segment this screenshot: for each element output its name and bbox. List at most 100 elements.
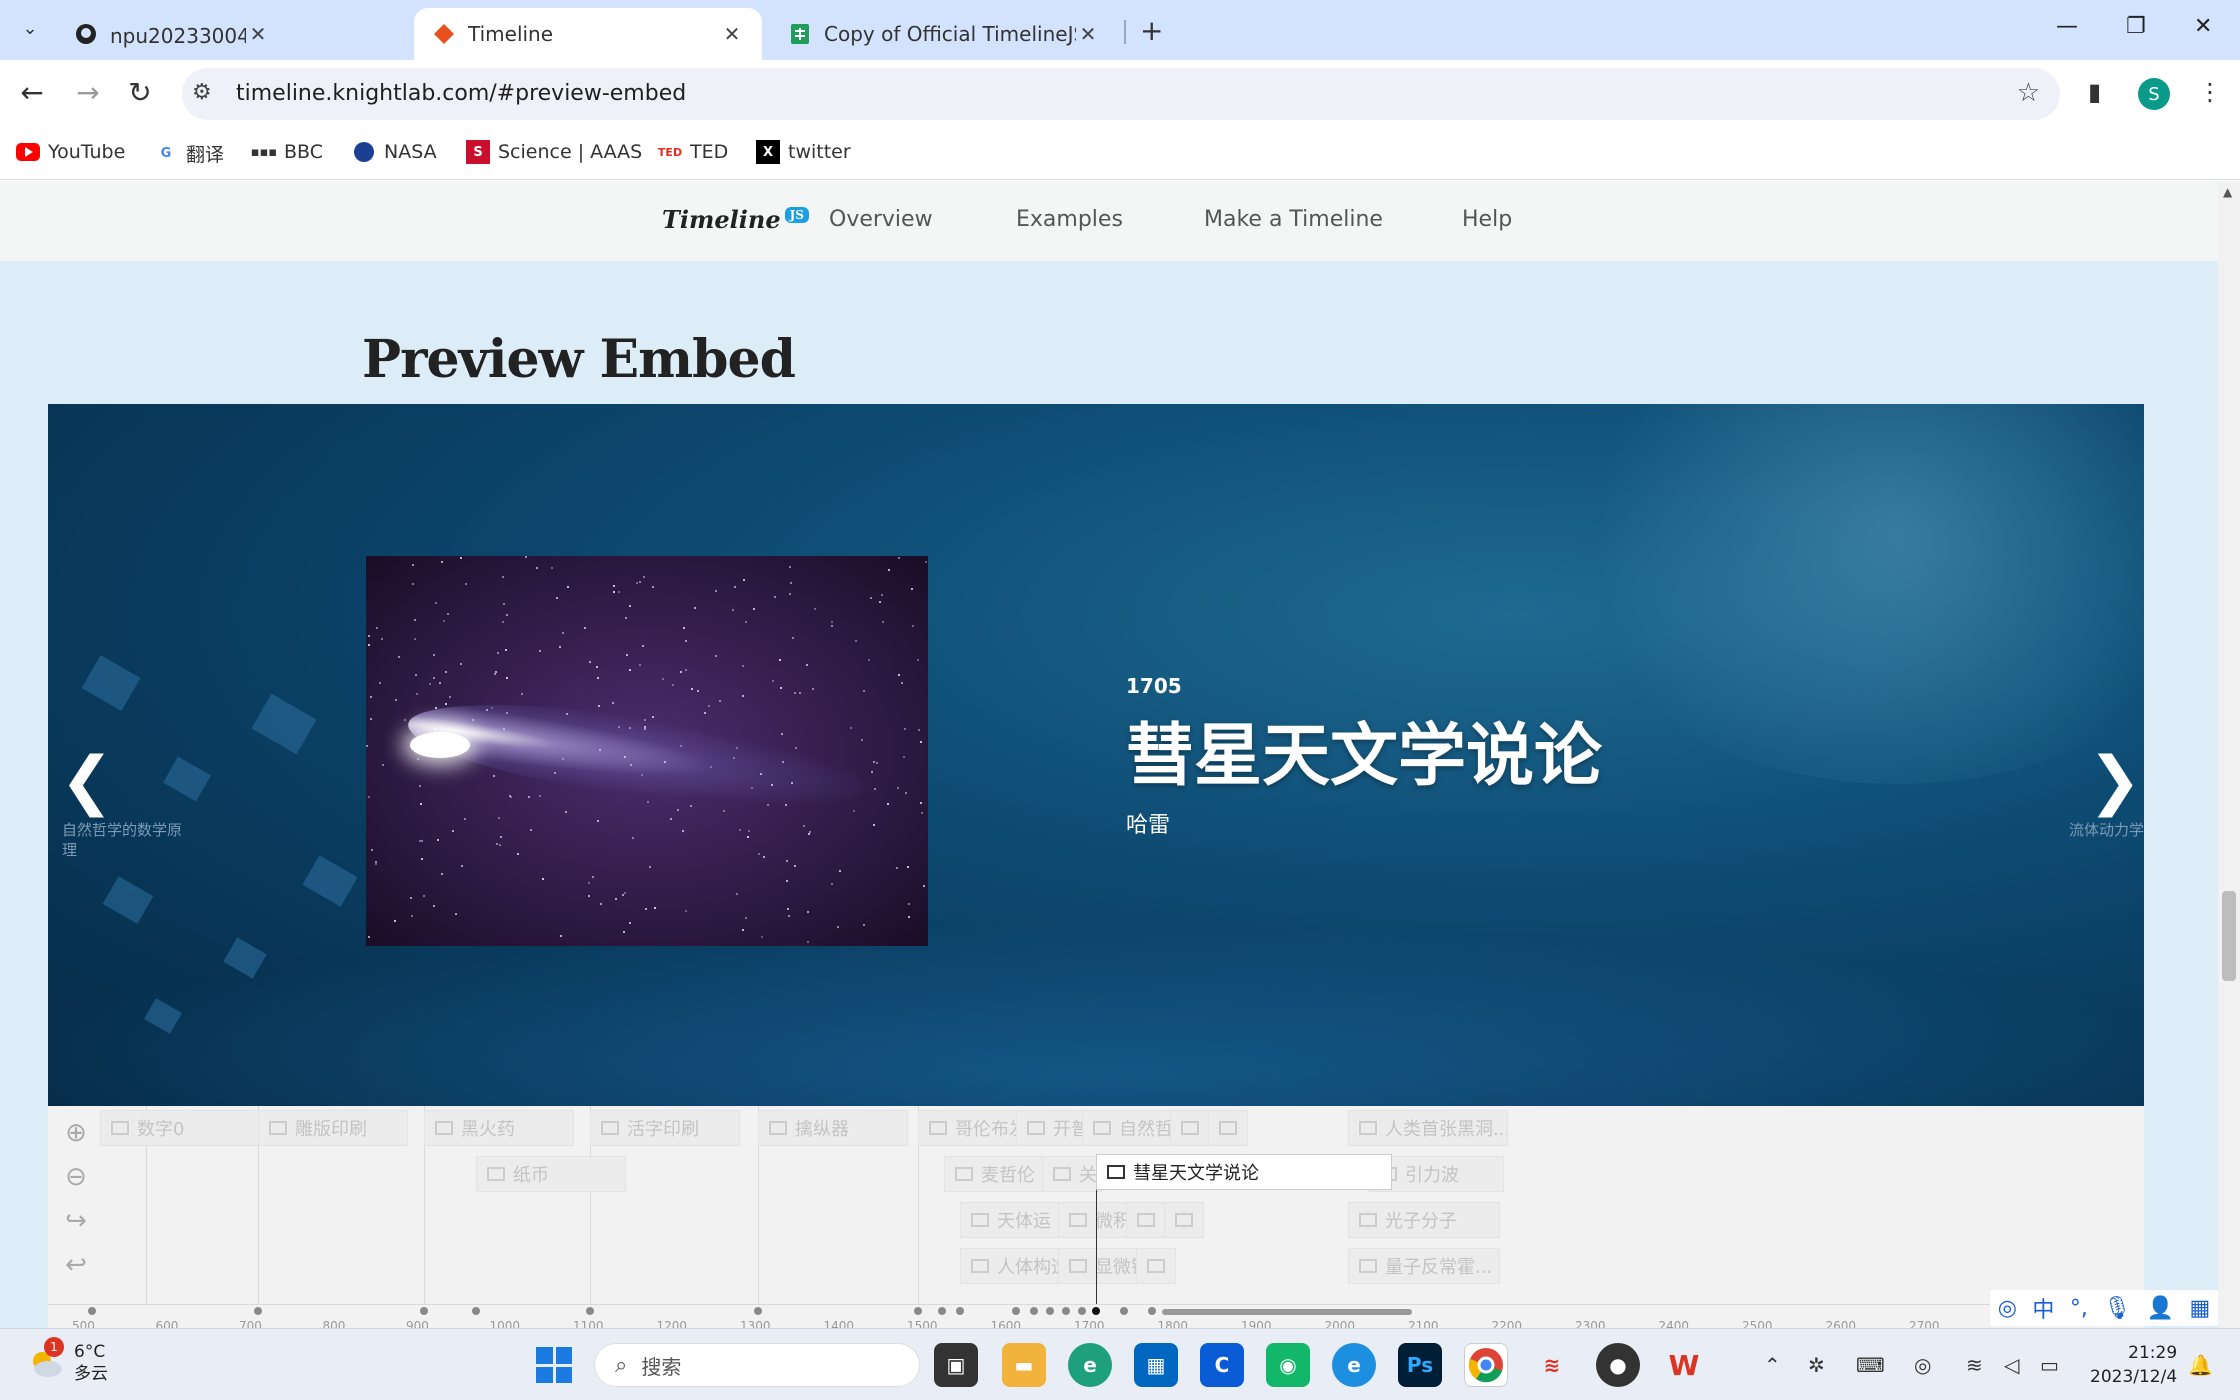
- scroll-up-icon[interactable]: ▲: [2223, 185, 2232, 199]
- bookmark-ted[interactable]: TED TED: [658, 140, 728, 164]
- timeline-marker[interactable]: 量子反常霍...: [1348, 1248, 1500, 1284]
- app-dark-icon[interactable]: ●: [1596, 1343, 1640, 1387]
- notification-bell-icon[interactable]: 🔔: [2188, 1353, 2213, 1377]
- bookmark-youtube[interactable]: YouTube: [16, 140, 125, 164]
- event-dot[interactable]: [1012, 1307, 1020, 1315]
- wechat-icon[interactable]: ◉: [1266, 1343, 1310, 1387]
- nav-help[interactable]: Help: [1462, 207, 1512, 232]
- close-window-button[interactable]: ✕: [2194, 14, 2212, 39]
- tab-github[interactable]: npu2023300480dbl/CIL: 大学 ✕: [56, 8, 288, 60]
- app-blue-icon[interactable]: C: [1200, 1343, 1244, 1387]
- prev-slide-button[interactable]: ❮: [60, 744, 114, 818]
- taskbar-search[interactable]: ⌕ 搜索: [594, 1343, 920, 1387]
- minimize-button[interactable]: —: [2056, 14, 2078, 39]
- event-dot[interactable]: [420, 1307, 428, 1315]
- battery-icon[interactable]: ▭: [2040, 1353, 2059, 1377]
- event-dot[interactable]: [1046, 1307, 1054, 1315]
- volume-icon[interactable]: ◁: [2004, 1353, 2019, 1377]
- photoshop-icon[interactable]: Ps: [1398, 1343, 1442, 1387]
- microphone-icon[interactable]: 🎙: [2103, 1296, 2131, 1321]
- ime-mode[interactable]: 中: [2032, 1292, 2054, 1324]
- close-icon[interactable]: ✕: [246, 22, 270, 46]
- bookmark-nasa[interactable]: NASA: [352, 140, 437, 164]
- profile-avatar[interactable]: S: [2138, 78, 2170, 110]
- tray-app-icon[interactable]: ✲: [1808, 1353, 1825, 1377]
- next-slide-button[interactable]: ❯: [2088, 744, 2142, 818]
- url-text[interactable]: timeline.knightlab.com/#preview-embed: [236, 81, 686, 106]
- timeline-marker[interactable]: 显微镜: [1058, 1248, 1138, 1284]
- event-dot[interactable]: [472, 1307, 480, 1315]
- punctuation-icon[interactable]: °,: [2070, 1296, 2088, 1321]
- timeline-marker[interactable]: 雕版印刷: [258, 1110, 408, 1146]
- forward-button[interactable]: →: [70, 76, 106, 109]
- tab-sheets[interactable]: Copy of Official TimelineJS3 T ✕: [770, 8, 1118, 60]
- bookmark-bbc[interactable]: ▪▪▪ BBC: [251, 140, 323, 164]
- menu-dots-icon[interactable]: ⋮: [2198, 78, 2222, 106]
- bookmark-science[interactable]: S Science | AAAS: [466, 140, 642, 164]
- timeline-marker[interactable]: 人体构造: [960, 1248, 1060, 1284]
- timeline-marker[interactable]: 人类首张黑洞...: [1348, 1110, 1508, 1146]
- nav-make-timeline[interactable]: Make a Timeline: [1204, 207, 1383, 232]
- weather-widget[interactable]: 1 6°C 多云: [26, 1337, 108, 1385]
- timeline-marker[interactable]: [1136, 1248, 1176, 1284]
- bookmark-translate[interactable]: G 翻译: [154, 140, 224, 167]
- undo-icon[interactable]: ↩: [58, 1250, 94, 1286]
- wifi-icon[interactable]: ≋: [1966, 1353, 1983, 1377]
- tray-ime-icon[interactable]: ⌨: [1856, 1353, 1885, 1377]
- store-icon[interactable]: ▦: [1134, 1343, 1178, 1387]
- event-dot[interactable]: [1030, 1307, 1038, 1315]
- reload-button[interactable]: ↻: [122, 76, 158, 109]
- brand-logo[interactable]: Timeline JS: [662, 205, 809, 234]
- tab-search-button[interactable]: ⌄: [14, 12, 46, 44]
- timeline-marker[interactable]: [1170, 1110, 1210, 1146]
- restore-button[interactable]: ❐: [2126, 14, 2146, 39]
- new-tab-button[interactable]: +: [1140, 14, 1163, 47]
- site-settings-icon[interactable]: ⚙: [192, 80, 212, 105]
- user-icon[interactable]: 👤: [2147, 1296, 2174, 1321]
- side-panel-icon[interactable]: ▮: [2088, 78, 2101, 106]
- close-icon[interactable]: ✕: [720, 22, 744, 46]
- next-slide-caption[interactable]: 流体动力学: [2014, 820, 2144, 840]
- event-dot[interactable]: [938, 1307, 946, 1315]
- event-dot-active[interactable]: [1092, 1307, 1100, 1315]
- zoom-in-icon[interactable]: ⊕: [58, 1118, 94, 1154]
- timeline-marker[interactable]: 哥伦布发: [918, 1110, 1028, 1146]
- timeline-marker[interactable]: 擒纵器: [758, 1110, 908, 1146]
- wps-icon[interactable]: W: [1662, 1343, 1706, 1387]
- nav-overview[interactable]: Overview: [829, 207, 933, 232]
- timeline-marker[interactable]: 黑火药: [424, 1110, 574, 1146]
- timeline-marker[interactable]: 关: [1042, 1156, 1102, 1192]
- event-dot[interactable]: [254, 1307, 262, 1315]
- tray-ifly-icon[interactable]: ◎: [1914, 1353, 1931, 1377]
- event-dot[interactable]: [1078, 1307, 1086, 1315]
- file-explorer-icon[interactable]: ▬: [1002, 1343, 1046, 1387]
- redo-icon[interactable]: ↪: [58, 1206, 94, 1242]
- tab-timeline[interactable]: Timeline ✕: [414, 8, 762, 60]
- page-scrollbar[interactable]: ▲: [2218, 181, 2240, 1328]
- timeline-marker-active[interactable]: 彗星天文学说论: [1096, 1154, 1392, 1190]
- event-dot[interactable]: [88, 1307, 96, 1315]
- ie-icon[interactable]: e: [1332, 1343, 1376, 1387]
- tray-overflow-icon[interactable]: ⌃: [1764, 1353, 1781, 1377]
- timeline-marker[interactable]: 纸币: [476, 1156, 626, 1192]
- event-dot[interactable]: [586, 1307, 594, 1315]
- zoom-out-icon[interactable]: ⊖: [58, 1162, 94, 1198]
- app-stripes-icon[interactable]: ≋: [1530, 1343, 1574, 1387]
- timeline-marker[interactable]: [1126, 1202, 1166, 1238]
- timeline-marker[interactable]: 天体运: [960, 1202, 1060, 1238]
- ifly-icon[interactable]: ◎: [1998, 1296, 2017, 1321]
- back-button[interactable]: ←: [14, 76, 50, 109]
- task-view-icon[interactable]: ▣: [934, 1343, 978, 1387]
- timeline-marker[interactable]: 活字印刷: [590, 1110, 740, 1146]
- edge-icon[interactable]: e: [1068, 1343, 1112, 1387]
- event-dot[interactable]: [914, 1307, 922, 1315]
- apps-grid-icon[interactable]: ▦: [2189, 1296, 2210, 1321]
- event-dot[interactable]: [1148, 1307, 1156, 1315]
- timeline-marker[interactable]: 微积: [1058, 1202, 1128, 1238]
- event-dot[interactable]: [1120, 1307, 1128, 1315]
- event-dot[interactable]: [754, 1307, 762, 1315]
- timeline-marker[interactable]: [1208, 1110, 1248, 1146]
- timeline-marker[interactable]: 自然哲: [1082, 1110, 1172, 1146]
- system-clock[interactable]: 21:29 2023/12/4: [2090, 1341, 2177, 1389]
- timeline-marker[interactable]: [1164, 1202, 1204, 1238]
